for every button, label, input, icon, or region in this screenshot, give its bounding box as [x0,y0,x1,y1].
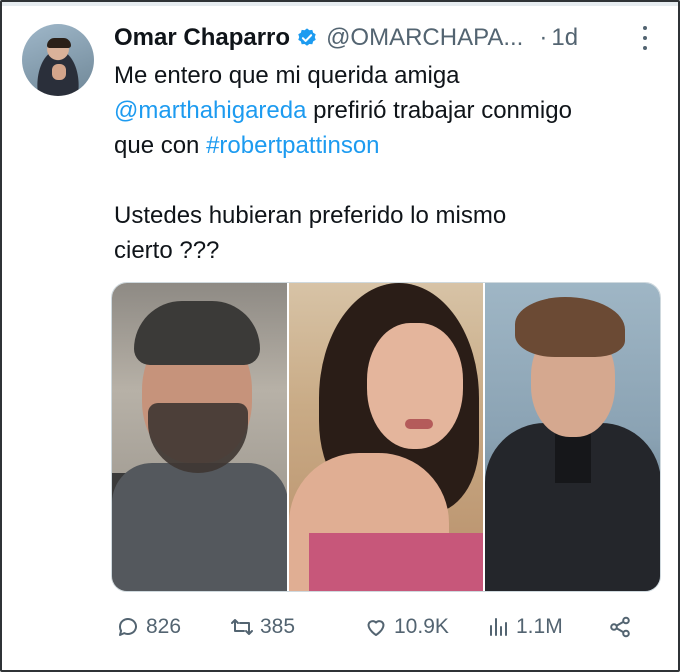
photo-2-face [367,323,464,449]
views-button[interactable]: 1.1M [486,612,563,642]
more-options-icon[interactable] [640,26,650,50]
tweet-header: Omar Chaparro @OMARCHAPA... · 1d [114,22,578,54]
retweet-button[interactable]: 385 [230,612,295,642]
author-name[interactable]: Omar Chaparro [114,24,290,52]
like-icon [367,620,385,636]
retweet-count: 385 [260,615,296,638]
photo-2-dress [309,533,483,591]
reply-button[interactable]: 826 [116,612,181,642]
tweet-actions-bar: 826 385 10.9K 1.1M [114,612,644,642]
media-photo-1[interactable] [112,283,288,591]
views-count: 1.1M [516,615,563,638]
photo-3-hair [514,297,625,357]
photo-1-hair [134,301,260,365]
verified-badge-icon [298,28,316,46]
share-button[interactable] [608,612,632,642]
avatar-hair [47,38,71,48]
tweet-text-line-4: Ustedes hubieran preferido lo mismo [114,202,507,229]
photo-1-shirt [112,463,288,591]
separator-dot: · [539,24,548,51]
tweet-media-grid [111,282,661,592]
tweet-text-line-3-start: que con [114,132,207,159]
hashtag-link[interactable]: #robertpattinson [206,132,379,159]
share-icon [610,616,630,638]
author-avatar[interactable] [22,24,94,96]
media-photo-2[interactable] [289,283,483,591]
like-count: 10.9K [394,615,449,638]
views-icon [490,618,507,636]
media-photo-3[interactable] [484,283,660,591]
tweet-timestamp[interactable]: 1d [551,24,578,52]
reply-count: 826 [146,615,182,638]
reply-icon [118,618,137,636]
retweet-icon [231,619,253,635]
avatar-hands [52,64,66,80]
like-button[interactable]: 10.9K [364,612,449,642]
tweet-text-line-2: @marthahigareda prefirió trabajar conmig… [114,93,572,128]
tweet-text-line-5: cierto ??? [114,237,220,264]
author-handle[interactable]: @OMARCHAPA... [326,24,523,52]
photo-2-lips [405,419,434,429]
tweet-text-line-3: que con #robertpattinson [114,128,380,163]
tweet-text-line-2-rest: prefirió trabajar conmigo [306,97,572,124]
tweet-text-line-1: Me entero que mi querida amiga [114,62,460,89]
mention-link[interactable]: @marthahigareda [114,97,306,124]
